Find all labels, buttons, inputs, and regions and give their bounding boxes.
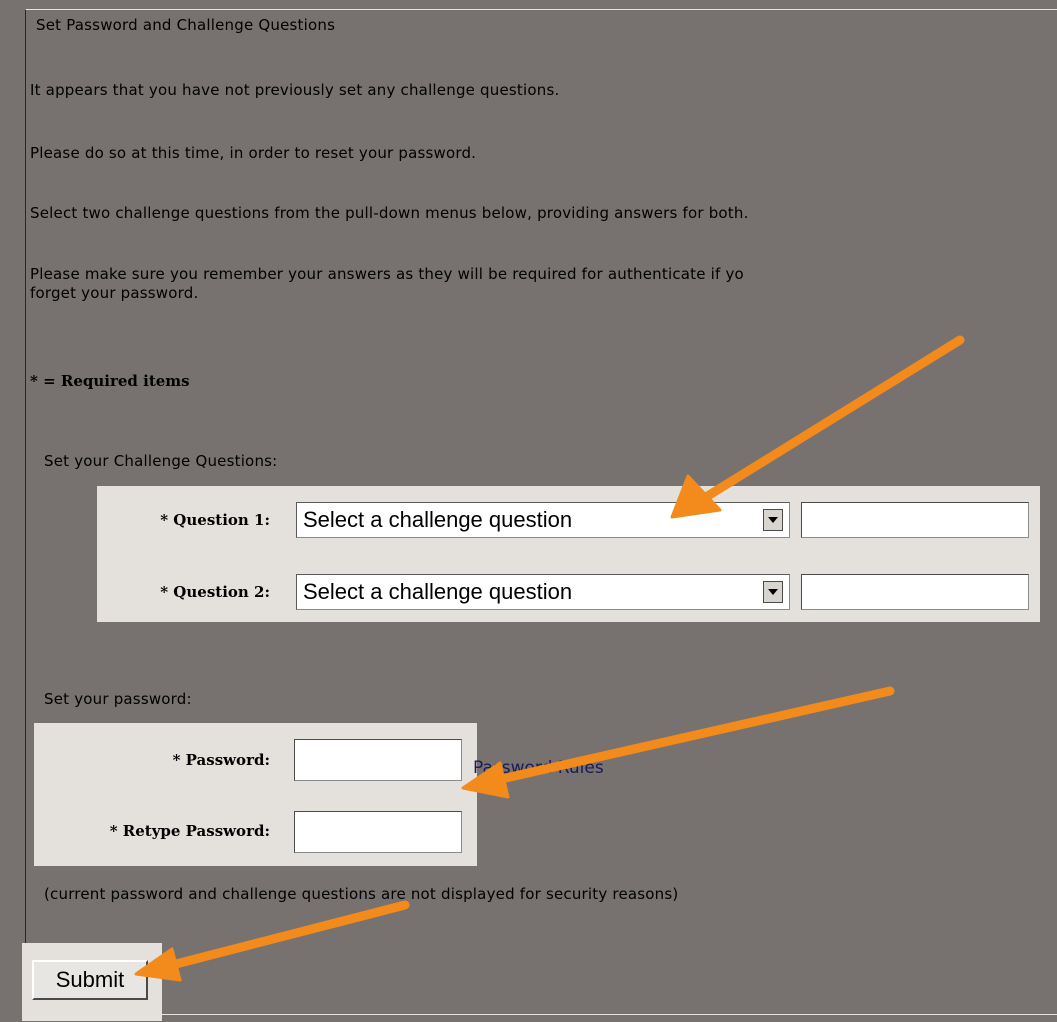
intro-text-4: Please make sure you remember your answe… [30, 265, 744, 283]
chevron-down-icon[interactable] [763, 509, 783, 531]
question-1-selected-value: Select a challenge question [303, 507, 573, 532]
question-2-select[interactable]: Select a challenge question [296, 574, 790, 610]
password-input[interactable] [294, 739, 462, 781]
submit-button[interactable]: Submit [32, 960, 148, 1000]
answer-1-input[interactable] [801, 502, 1029, 538]
intro-text-5: forget your password. [30, 284, 199, 302]
fieldset-legend: Set Password and Challenge Questions [32, 16, 340, 34]
answer-2-input[interactable] [801, 574, 1029, 610]
intro-text-3: Select two challenge questions from the … [30, 204, 749, 222]
retype-password-label: * Retype Password: [109, 822, 270, 840]
security-note: (current password and challenge question… [44, 885, 679, 903]
question-1-select[interactable]: Select a challenge question [296, 502, 790, 538]
question-2-selected-value: Select a challenge question [303, 579, 573, 604]
chevron-down-icon[interactable] [763, 581, 783, 603]
password-section-label: Set your password: [44, 690, 192, 708]
question-2-label: * Question 2: [160, 583, 270, 601]
challenge-section-label: Set your Challenge Questions: [44, 452, 278, 470]
retype-password-input[interactable] [294, 811, 462, 853]
intro-text-1: It appears that you have not previously … [30, 81, 560, 99]
password-rules-link[interactable]: Password Rules [473, 758, 604, 778]
password-label: * Password: [172, 751, 270, 769]
required-items-note: * = Required items [30, 372, 190, 390]
intro-text-2: Please do so at this time, in order to r… [30, 144, 477, 162]
question-1-label: * Question 1: [160, 511, 270, 529]
